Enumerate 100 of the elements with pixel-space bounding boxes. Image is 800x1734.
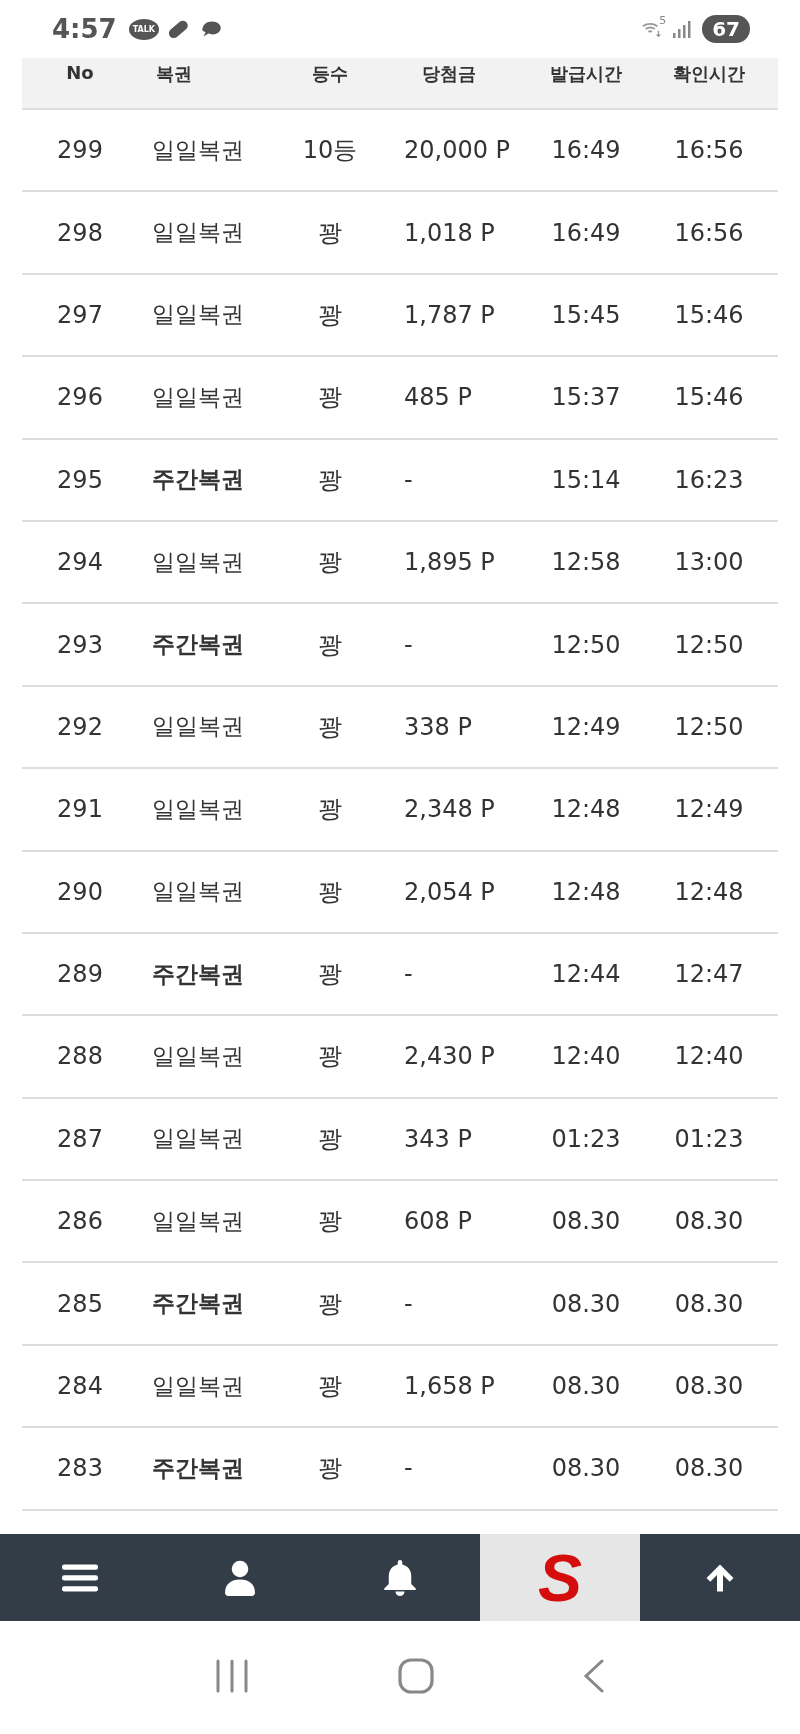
table-cell-text: 꽝 xyxy=(317,794,343,826)
column-header: 복권 xyxy=(155,62,193,86)
table-cell-text: 15:37 xyxy=(550,383,622,412)
table-cell-text: 주간복권 xyxy=(151,1289,245,1319)
table-cell-text: 1,658 P xyxy=(403,1372,496,1401)
table-cell-text: - xyxy=(403,630,414,659)
table-cell-text: 꽝 xyxy=(317,299,343,331)
chat-bubble-icon: TALK xyxy=(128,18,159,40)
table-cell-text: 일일복권 xyxy=(151,300,245,330)
table-cell-text: - xyxy=(403,1454,414,1483)
table-cell-text: 15:46 xyxy=(673,300,745,329)
table-cell-text: 08.30 xyxy=(550,1207,622,1236)
table-cell-text: 12:48 xyxy=(550,795,622,824)
table-cell-text: 15:45 xyxy=(550,300,622,329)
table-cell-text: 16:56 xyxy=(673,136,745,165)
table-cell-text: 일일복권 xyxy=(151,1124,245,1154)
column-header: No xyxy=(65,61,95,85)
table-cell-text: 08.30 xyxy=(550,1454,622,1483)
table-cell-text: 2,348 P xyxy=(403,795,496,824)
table-cell-text: 꽝 xyxy=(317,1453,343,1485)
table-cell-text: 16:23 xyxy=(673,465,745,494)
table-cell-text: 일일복권 xyxy=(151,547,245,577)
logo-button[interactable]: S xyxy=(480,1534,640,1621)
table-cell-text: 일일복권 xyxy=(151,877,245,907)
column-header: 등수 xyxy=(311,62,349,86)
table-cell-text: - xyxy=(403,1289,414,1318)
table-cell-text: 08.30 xyxy=(673,1454,745,1483)
table-cell-text: 일일복권 xyxy=(151,218,245,248)
table-cell-text: 299 xyxy=(56,136,104,165)
table-cell-text: 2,054 P xyxy=(403,877,496,906)
table-cell-text: 꽝 xyxy=(317,711,343,743)
table-cell-text: 일일복권 xyxy=(151,1206,245,1236)
table-cell-text: 293 xyxy=(56,630,104,659)
column-header: 확인시간 xyxy=(672,62,746,86)
table-cell-text: 01:23 xyxy=(673,1124,745,1153)
table-cell-text: 16:49 xyxy=(550,218,622,247)
table-cell-text: 12:48 xyxy=(550,877,622,906)
table-cell-text: 1,895 P xyxy=(403,548,496,577)
wifi-label: 5 xyxy=(659,14,667,27)
table-cell-text: 12:49 xyxy=(550,712,622,741)
table-cell-text: 08.30 xyxy=(673,1207,745,1236)
table-cell-text: 08.30 xyxy=(673,1372,745,1401)
table-cell-text: 12:40 xyxy=(550,1042,622,1071)
table-cell-text: 291 xyxy=(56,795,104,824)
table-cell-text: 12:44 xyxy=(550,960,622,989)
table-cell-text: 1,787 P xyxy=(403,300,496,329)
table-cell-text: 20,000 P xyxy=(403,136,512,165)
table-cell-text: 12:50 xyxy=(673,630,745,659)
table-cell-text: 16:49 xyxy=(550,136,622,165)
signal-icon xyxy=(672,18,693,40)
table-cell-text: 꽝 xyxy=(317,382,343,414)
table-cell-text: 꽝 xyxy=(317,464,343,496)
table-cell-text: 12:58 xyxy=(550,548,622,577)
column-header: 발급시간 xyxy=(549,62,623,86)
menu-icon xyxy=(62,1562,98,1593)
table-cell-text: 290 xyxy=(56,877,104,906)
table-cell-text: 286 xyxy=(56,1207,104,1236)
table-cell-text: 343 P xyxy=(403,1124,473,1153)
column-header: 당첨금 xyxy=(421,62,477,86)
table-cell-text: 08.30 xyxy=(550,1372,622,1401)
table-cell-text: 288 xyxy=(56,1042,104,1071)
table-cell-text: 꽝 xyxy=(317,1206,343,1238)
table-cell-text: 꽝 xyxy=(317,1041,343,1073)
table-cell-text: 08.30 xyxy=(673,1289,745,1318)
table-cell-text: 1,018 P xyxy=(403,218,496,247)
table-cell-text: 01:23 xyxy=(550,1124,622,1153)
table-cell-text: 꽝 xyxy=(317,629,343,661)
table-cell-text: 296 xyxy=(56,383,104,412)
table-cell-text: 꽝 xyxy=(317,959,343,991)
home-icon[interactable] xyxy=(397,1656,435,1695)
table-cell-text: 일일복권 xyxy=(151,135,245,165)
table-cell-text: 꽝 xyxy=(317,876,343,908)
table-cell-text: 13:00 xyxy=(673,548,745,577)
table-cell-text: 292 xyxy=(56,712,104,741)
table-cell-text: 295 xyxy=(56,465,104,494)
table-cell-text: 일일복권 xyxy=(151,1371,245,1401)
table-cell-text: 꽝 xyxy=(317,1288,343,1320)
table-cell-text: 주간복권 xyxy=(151,465,245,495)
battery-indicator: 67 xyxy=(702,15,750,43)
table-cell-text: 12:40 xyxy=(673,1042,745,1071)
table-cell-text: 608 P xyxy=(403,1207,473,1236)
table-cell-text: 2,430 P xyxy=(403,1042,496,1071)
table-cell-text: 287 xyxy=(56,1124,104,1153)
table-cell-text: 12:49 xyxy=(673,795,745,824)
table-cell-text: 298 xyxy=(56,218,104,247)
table-cell-text: - xyxy=(403,465,414,494)
table-cell-text: 12:47 xyxy=(673,960,745,989)
table-cell-text: 289 xyxy=(56,960,104,989)
table-cell-text: 10등 xyxy=(301,135,359,167)
table-cell-text: 일일복권 xyxy=(151,712,245,742)
table-cell-text: 15:46 xyxy=(673,383,745,412)
table-cell-text: 285 xyxy=(56,1289,104,1318)
table-cell-text: 주간복권 xyxy=(151,630,245,660)
bell-icon xyxy=(382,1557,418,1598)
user-icon xyxy=(225,1559,255,1596)
table-cell-text: 일일복권 xyxy=(151,1042,245,1071)
table-cell-text: 12:50 xyxy=(673,712,745,741)
table-cell-text: 꽝 xyxy=(317,1371,343,1403)
table-cell-text: 297 xyxy=(56,300,104,329)
table-cell-text: 꽝 xyxy=(317,1123,343,1155)
